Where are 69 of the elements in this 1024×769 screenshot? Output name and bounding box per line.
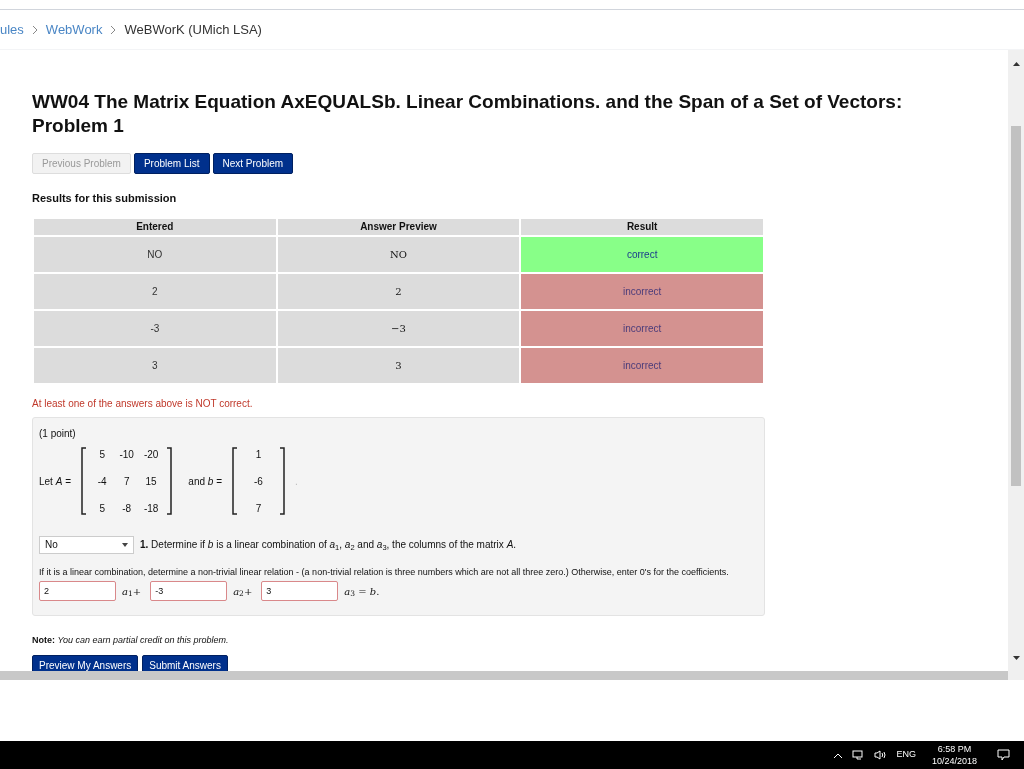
matrix-entry: 5 [98, 501, 106, 516]
coefficient-label: a$_{2}$+ [233, 584, 253, 599]
vector-entry: 7 [254, 501, 263, 516]
network-icon[interactable] [852, 750, 865, 760]
column-header: Answer Preview [276, 217, 521, 236]
table-cell: 3 [276, 346, 521, 384]
clock-date[interactable]: 10/24/2018 [931, 755, 977, 767]
matrix-entry: -18 [143, 501, 159, 516]
right-bracket-icon [166, 447, 173, 515]
matrix-entry: -10 [119, 447, 134, 462]
matrix-label: Let A = [39, 474, 71, 489]
results-heading: Results for this submission [32, 191, 178, 206]
clock-time[interactable]: 6:58 PM [937, 743, 972, 755]
right-bracket-icon [278, 447, 285, 515]
submit-button[interactable]: Submit Answers [142, 654, 228, 671]
result-cell: correct [520, 235, 764, 273]
matrix-entry: -20 [143, 447, 159, 462]
matrix-entry: 15 [144, 474, 158, 489]
breadcrumb-link[interactable]: WebWork [45, 19, 103, 40]
caret-icon [122, 542, 128, 547]
chevron-icon [110, 25, 117, 34]
table-cell: −3 [276, 309, 521, 347]
chevron-icon [31, 25, 38, 34]
speaker-icon[interactable] [874, 750, 887, 760]
submit-button[interactable]: Preview My Answers [32, 654, 139, 671]
vector-entry: -6 [254, 474, 263, 489]
result-cell: incorrect [520, 346, 764, 384]
table-cell: NO [276, 235, 521, 273]
scroll-up-icon[interactable] [1012, 62, 1020, 66]
table-cell: 2 [276, 272, 521, 310]
breadcrumb-link[interactable]: ules [0, 19, 24, 40]
vertical-scrollbar[interactable] [1008, 50, 1024, 680]
matrix-entry: -8 [121, 501, 133, 516]
coefficient-label: a$_{3}$ = b. [344, 584, 380, 599]
notification-icon[interactable] [997, 749, 1010, 761]
answer-field[interactable]: 2 [39, 581, 116, 601]
instruction-text: If it is a linear combination, determine a non-trivial linear relation - (a non-trivial relation is three numbers which are not all three zero.) Otherwise, enter 0's for the coefficients. [39, 565, 730, 579]
vector-entry: 1 [254, 447, 263, 462]
question-text: 1. Determine if b is a linear combination of a$_{1}$, a$_{2}$ and a$_{3}$, the columns of the matrix A. [140, 538, 517, 552]
nav-button[interactable]: Next Problem [212, 153, 294, 174]
table-cell: NO [33, 235, 277, 273]
nav-button[interactable]: Problem List [133, 153, 210, 174]
answer-dropdown[interactable]: No [39, 535, 134, 554]
note-text: Note: You can earn partial credit on this problem. [32, 634, 230, 647]
horizontal-scrollbar[interactable] [0, 671, 1008, 680]
error-message: At least one of the answers above is NOT correct. [32, 396, 254, 411]
result-cell: incorrect [520, 309, 764, 347]
answer-field[interactable]: -3 [150, 581, 228, 601]
left-bracket-icon [232, 447, 238, 515]
language-indicator[interactable]: ENG [896, 748, 916, 762]
matrix-entry: 7 [122, 474, 131, 489]
table-cell: 2 [33, 272, 277, 310]
column-header: Result [520, 217, 764, 236]
matrix-entry: -4 [96, 474, 108, 489]
scroll-down-icon[interactable] [1012, 656, 1020, 660]
column-header: Entered [33, 217, 277, 236]
period-mark: . [294, 474, 298, 489]
matrix-entry: 5 [98, 447, 106, 462]
chevron-up-icon[interactable] [834, 752, 843, 758]
table-cell: -3 [33, 309, 277, 347]
table-cell: 3 [33, 346, 277, 384]
points-label: (1 point) [39, 426, 77, 441]
answer-field[interactable]: 3 [261, 581, 339, 601]
result-cell: incorrect [520, 272, 764, 310]
left-bracket-icon [81, 447, 87, 515]
vector-label: and b = [188, 474, 222, 489]
coefficient-label: a$_{1}$+ [122, 584, 142, 599]
breadcrumb-current: WeBWorK (UMich LSA) [124, 20, 262, 39]
problem-title: WW04 The Matrix Equation AxEQUALSb. Linear Combinations. and the Span of a Set of Vectors: Problem 1 [32, 90, 904, 138]
